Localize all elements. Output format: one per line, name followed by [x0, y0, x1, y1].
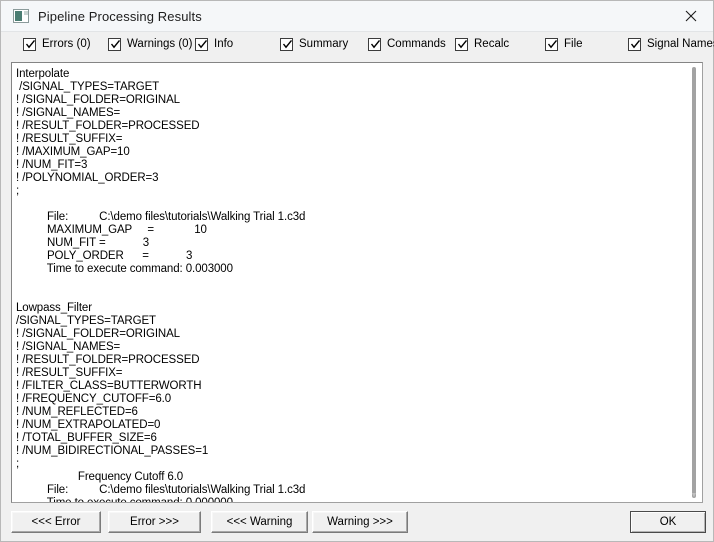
checkbox-label: Commands	[387, 38, 446, 50]
checkbox-warnings[interactable]: Warnings (0)	[108, 38, 192, 51]
results-log-text: Interpolate /SIGNAL_TYPES=TARGET ! /SIGN…	[16, 68, 306, 502]
pipeline-results-window: Pipeline Processing Results Errors (0) Wa…	[0, 0, 714, 542]
log-vertical-scrollbar[interactable]: ▲ ▼	[686, 63, 702, 502]
checkbox-label: Errors (0)	[42, 38, 91, 50]
scroll-down-arrow-icon[interactable]: ▼	[686, 488, 702, 502]
close-icon	[685, 10, 696, 22]
check-icon	[370, 39, 381, 49]
title-bar: Pipeline Processing Results	[1, 1, 713, 32]
checkbox-label: Signal Names	[647, 38, 714, 50]
checkbox-box[interactable]	[455, 38, 468, 51]
checkbox-box[interactable]	[545, 38, 558, 51]
checkbox-box[interactable]	[368, 38, 381, 51]
checkbox-info[interactable]: Info	[195, 38, 233, 51]
checkbox-recalc[interactable]: Recalc	[455, 38, 509, 51]
checkbox-file[interactable]: File	[545, 38, 583, 51]
close-window-button[interactable]	[668, 1, 713, 31]
checkbox-box[interactable]	[628, 38, 641, 51]
checkbox-label: File	[564, 38, 583, 50]
prev-error-button[interactable]: <<< Error	[11, 511, 101, 533]
check-icon	[457, 39, 468, 49]
checkbox-label: Info	[214, 38, 234, 50]
filter-checkbox-bar: Errors (0) Warnings (0) Info Summary Command…	[1, 32, 714, 62]
checkbox-box[interactable]	[108, 38, 121, 51]
checkbox-label: Recalc	[474, 38, 510, 50]
results-log-viewport: Interpolate /SIGNAL_TYPES=TARGET ! /SIGN…	[12, 63, 702, 502]
next-warning-button[interactable]: Warning >>>	[312, 511, 408, 533]
checkbox-box[interactable]	[195, 38, 208, 51]
prev-warning-button[interactable]: <<< Warning	[211, 511, 308, 533]
results-log-panel: Interpolate /SIGNAL_TYPES=TARGET ! /SIGN…	[11, 62, 703, 503]
bottom-button-bar: <<< Error Error >>> <<< Warning Warning >>>…	[1, 503, 713, 541]
checkbox-box[interactable]	[280, 38, 293, 51]
checkbox-label: Warnings (0)	[127, 38, 193, 50]
check-icon	[547, 39, 558, 49]
check-icon	[25, 39, 36, 49]
checkbox-signal-names[interactable]: Signal Names	[628, 38, 714, 51]
checkbox-label: Summary	[299, 38, 349, 50]
check-icon	[282, 39, 293, 49]
check-icon	[630, 39, 641, 49]
next-error-button[interactable]: Error >>>	[108, 511, 201, 533]
checkbox-box[interactable]	[23, 38, 36, 51]
checkbox-summary[interactable]: Summary	[280, 38, 348, 51]
checkbox-commands[interactable]: Commands	[368, 38, 446, 51]
ok-button[interactable]: OK	[630, 511, 706, 533]
checkbox-errors[interactable]: Errors (0)	[23, 38, 91, 51]
window-title: Pipeline Processing Results	[38, 8, 202, 24]
check-icon	[110, 39, 121, 49]
scrollbar-thumb[interactable]	[692, 67, 696, 498]
app-icon	[13, 9, 29, 23]
check-icon	[197, 39, 208, 49]
